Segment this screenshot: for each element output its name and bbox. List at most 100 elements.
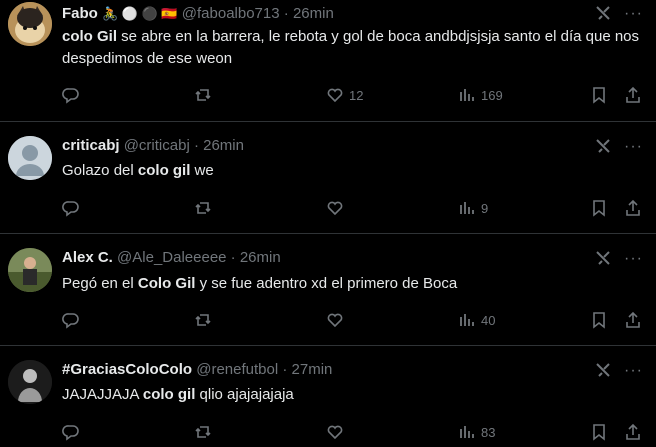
like-button[interactable] — [326, 311, 349, 329]
person-avatar-icon — [8, 248, 52, 292]
timestamp[interactable]: 26min — [203, 137, 244, 154]
tweet-text: Golazo del colo gil we — [62, 160, 642, 182]
tweet-1[interactable]: Fabo 🚴 ⚪ ⚫ 🇪🇸 @faboalbo713 · 26min ··· c… — [0, 0, 656, 122]
avatar[interactable] — [8, 2, 52, 46]
retweet-button[interactable] — [194, 199, 212, 217]
handle[interactable]: @faboalbo713 — [182, 5, 280, 22]
text-bold: colo gil — [142, 386, 196, 403]
heart-icon — [327, 313, 343, 328]
more-options-icon[interactable]: ··· — [624, 363, 643, 379]
grok-icon[interactable] — [594, 361, 612, 379]
views-icon — [460, 89, 474, 101]
timestamp[interactable]: 27min — [292, 361, 333, 378]
timestamp[interactable]: 26min — [293, 5, 334, 22]
handle[interactable]: @Ale_Daleeeee — [117, 249, 226, 266]
bookmark-icon[interactable] — [590, 423, 608, 441]
avatar[interactable] — [8, 248, 52, 292]
text-bold: colo Gil — [62, 28, 118, 45]
tweet-4[interactable]: #GraciasColoColo @renefutbol · 27min ···… — [0, 346, 656, 447]
reply-icon — [62, 201, 79, 217]
default-avatar-icon — [8, 136, 52, 180]
text-plain: JAJAJJAJA — [62, 386, 143, 403]
separator: · — [283, 5, 289, 22]
cat-avatar-icon — [8, 2, 52, 46]
views-button[interactable]: 83 — [458, 423, 495, 441]
text-plain: Pegó en el — [62, 275, 138, 292]
share-icon[interactable] — [624, 311, 642, 329]
text-bold: Colo Gil — [137, 275, 196, 292]
views-button[interactable]: 9 — [458, 199, 488, 217]
display-name[interactable]: #GraciasColoColo — [62, 361, 192, 378]
view-count: 83 — [481, 424, 496, 440]
text-plain: we — [190, 162, 214, 179]
like-count: 12 — [349, 87, 364, 103]
retweet-icon — [195, 202, 211, 214]
share-icon[interactable] — [624, 199, 642, 217]
name-emojis: 🚴 ⚪ ⚫ 🇪🇸 — [102, 6, 178, 21]
heart-icon — [327, 201, 343, 216]
bookmark-icon[interactable] — [590, 311, 608, 329]
retweet-button[interactable] — [194, 86, 212, 104]
heart-icon — [327, 88, 343, 103]
more-options-icon[interactable]: ··· — [624, 139, 643, 155]
tweet-2[interactable]: criticabj @criticabj · 26min ··· Golazo … — [0, 122, 656, 234]
bookmark-icon[interactable] — [590, 199, 608, 217]
avatar[interactable] — [8, 360, 52, 404]
reply-button[interactable] — [62, 311, 80, 329]
retweet-icon — [195, 89, 211, 101]
reply-icon — [62, 88, 79, 104]
handle[interactable]: @criticabj — [124, 137, 190, 154]
tweet-3[interactable]: Alex C. @Ale_Daleeeee · 26min ··· Pegó e… — [0, 234, 656, 346]
retweet-icon — [195, 426, 211, 438]
heart-icon — [327, 425, 343, 440]
views-button[interactable]: 40 — [458, 311, 495, 329]
views-icon — [460, 426, 474, 438]
timestamp[interactable]: 26min — [240, 249, 281, 266]
share-icon[interactable] — [624, 86, 642, 104]
text-bold: colo gil — [137, 162, 191, 179]
grok-icon[interactable] — [594, 249, 612, 267]
tweet-header: criticabj @criticabj · 26min — [62, 136, 244, 156]
view-count: 169 — [481, 87, 503, 103]
tweet-text: colo Gil se abre en la barrera, le rebot… — [62, 26, 642, 70]
separator: · — [230, 249, 236, 266]
views-button[interactable]: 169 — [458, 86, 503, 104]
handle[interactable]: @renefutbol — [196, 361, 278, 378]
tweet-text: JAJAJJAJA colo gil qlio ajajajajaja — [62, 384, 642, 406]
tweet-text: Pegó en el Colo Gil y se fue adentro xd … — [62, 273, 642, 295]
reply-button[interactable] — [62, 423, 80, 441]
like-button[interactable] — [326, 199, 349, 217]
reply-icon — [62, 425, 79, 441]
more-options-icon[interactable]: ··· — [624, 6, 643, 22]
grok-icon[interactable] — [594, 4, 612, 22]
separator: · — [282, 361, 288, 378]
retweet-button[interactable] — [194, 311, 212, 329]
tweet-header: Alex C. @Ale_Daleeeee · 26min — [62, 248, 281, 268]
views-icon — [460, 314, 474, 326]
retweet-icon — [195, 314, 211, 326]
like-button[interactable] — [326, 423, 349, 441]
display-name[interactable]: Alex C. — [62, 249, 113, 266]
tweet-header: Fabo 🚴 ⚪ ⚫ 🇪🇸 @faboalbo713 · 26min — [62, 4, 334, 24]
separator: · — [193, 137, 199, 154]
retweet-button[interactable] — [194, 423, 212, 441]
reply-icon — [62, 313, 79, 329]
tweet-header: #GraciasColoColo @renefutbol · 27min — [62, 360, 332, 380]
view-count: 40 — [481, 312, 496, 328]
display-name[interactable]: criticabj — [62, 137, 120, 154]
reply-button[interactable] — [62, 86, 80, 104]
text-plain: Golazo del — [62, 162, 138, 179]
like-button[interactable]: 12 — [326, 86, 363, 104]
text-plain: se abre en la barrera, le rebota y gol d… — [62, 28, 640, 67]
avatar[interactable] — [8, 136, 52, 180]
grok-icon[interactable] — [594, 137, 612, 155]
reply-button[interactable] — [62, 199, 80, 217]
more-options-icon[interactable]: ··· — [624, 251, 643, 267]
person-avatar-icon — [8, 360, 52, 404]
share-icon[interactable] — [624, 423, 642, 441]
text-plain: y se fue adentro xd el primero de Boca — [195, 275, 458, 292]
display-name[interactable]: Fabo — [62, 5, 98, 22]
view-count: 9 — [481, 200, 489, 216]
bookmark-icon[interactable] — [590, 86, 608, 104]
text-plain: qlio ajajajajaja — [195, 386, 294, 403]
